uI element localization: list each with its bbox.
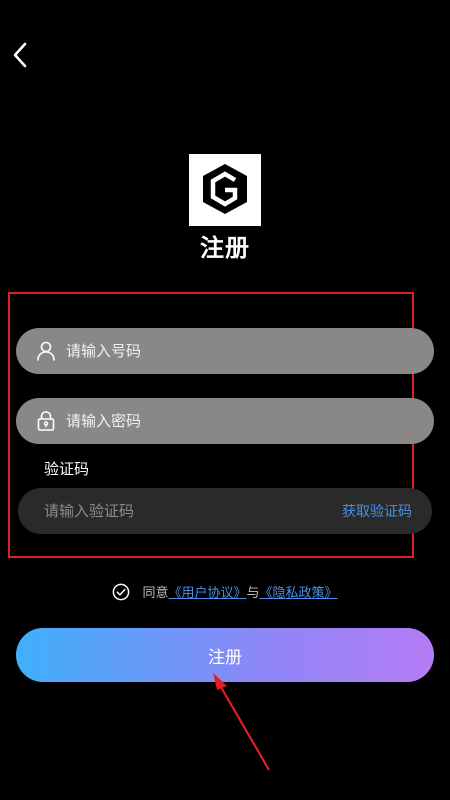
password-field[interactable] xyxy=(16,398,434,444)
verification-code-input[interactable] xyxy=(44,488,342,534)
user-icon xyxy=(34,339,58,363)
agreement-checkbox[interactable] xyxy=(112,583,130,601)
lock-icon xyxy=(34,409,58,433)
privacy-policy-link[interactable]: 《隐私政策》 xyxy=(260,582,338,601)
verification-code-label: 验证码 xyxy=(44,460,90,478)
verification-code-field[interactable]: 获取验证码 xyxy=(18,488,432,534)
register-button[interactable]: 注册 xyxy=(16,628,434,682)
agreement-prefix: 同意 xyxy=(142,586,169,601)
user-agreement-link[interactable]: 《用户协议》 xyxy=(168,582,246,601)
hexagon-g-logo xyxy=(203,164,247,214)
check-circle-icon xyxy=(113,583,130,600)
password-input[interactable] xyxy=(66,398,434,444)
agreement-row: 同意 《用户协议》 与 《隐私政策》 xyxy=(0,582,450,601)
chevron-left-icon xyxy=(13,42,27,68)
app-logo xyxy=(189,154,261,226)
page-title: 注册 xyxy=(200,234,250,262)
phone-number-input[interactable] xyxy=(66,328,434,374)
get-verification-code-button[interactable]: 获取验证码 xyxy=(342,501,412,521)
back-button[interactable] xyxy=(6,38,34,72)
phone-number-field[interactable] xyxy=(16,328,434,374)
agreement-connector: 与 xyxy=(246,586,260,601)
